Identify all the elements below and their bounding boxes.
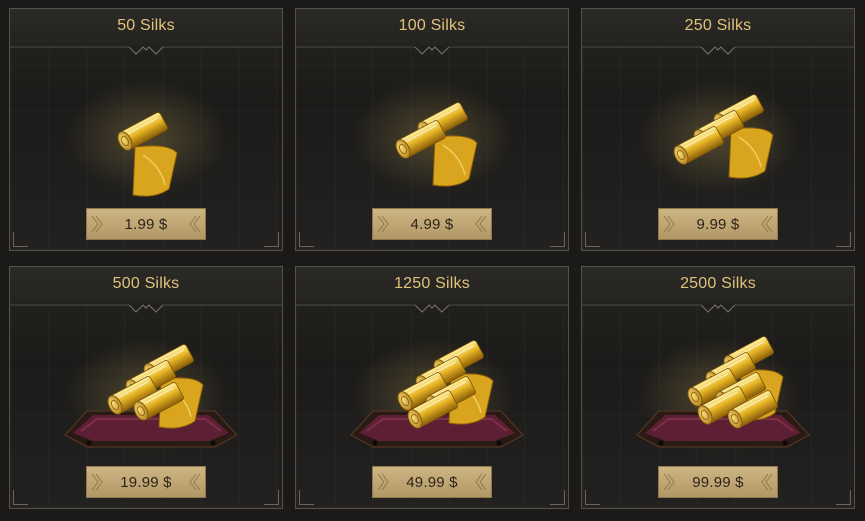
corner-ornament <box>264 490 279 505</box>
button-ornament-right-icon <box>189 215 201 233</box>
ornament-divider <box>582 304 854 313</box>
buy-button[interactable]: 4.99 $ <box>372 208 492 240</box>
price-label: 19.99 $ <box>120 473 172 491</box>
buy-button[interactable]: 1.99 $ <box>86 208 206 240</box>
silk-shop-grid: 50 Silks 1.99 $ 100 Silks 4.99 $ 250 Sil… <box>0 0 865 521</box>
silk-bundle-icon <box>353 79 513 191</box>
silk-bundle-icon <box>64 337 238 449</box>
silk-pack-card-1250[interactable]: 1250 Silks 49.99 $ <box>295 266 569 509</box>
price-label: 49.99 $ <box>406 473 458 491</box>
pack-title: 50 Silks <box>117 17 175 34</box>
ornament-divider <box>10 46 282 55</box>
card-header: 500 Silks <box>10 267 282 303</box>
button-ornament-left-icon <box>91 215 103 233</box>
silk-pack-card-500[interactable]: 500 Silks 19.99 $ <box>9 266 283 509</box>
corner-ornament <box>585 490 600 505</box>
buy-button[interactable]: 19.99 $ <box>86 466 206 498</box>
silk-bundle-icon <box>67 79 227 197</box>
silk-pack-card-2500[interactable]: 2500 Silks 99.99 $ <box>581 266 855 509</box>
corner-ornament <box>264 232 279 247</box>
ornament-divider <box>296 304 568 313</box>
corner-ornament <box>13 232 28 247</box>
card-header: 250 Silks <box>582 9 854 45</box>
corner-ornament <box>299 232 314 247</box>
ornament-divider <box>10 304 282 313</box>
silk-pack-card-250[interactable]: 250 Silks 9.99 $ <box>581 8 855 251</box>
button-ornament-left-icon <box>91 473 103 491</box>
corner-ornament <box>836 232 851 247</box>
button-ornament-right-icon <box>761 215 773 233</box>
card-header: 2500 Silks <box>582 267 854 303</box>
pack-title: 100 Silks <box>398 17 466 34</box>
button-ornament-left-icon <box>377 215 389 233</box>
button-ornament-right-icon <box>475 215 487 233</box>
corner-ornament <box>13 490 28 505</box>
button-ornament-left-icon <box>663 473 675 491</box>
corner-ornament <box>550 490 565 505</box>
buy-button[interactable]: 49.99 $ <box>372 466 492 498</box>
button-ornament-left-icon <box>377 473 389 491</box>
pack-title: 2500 Silks <box>680 275 756 292</box>
silk-bundle-icon <box>639 79 799 191</box>
corner-ornament <box>836 490 851 505</box>
pack-title: 250 Silks <box>684 17 752 34</box>
corner-ornament <box>585 232 600 247</box>
corner-ornament <box>299 490 314 505</box>
buy-button[interactable]: 99.99 $ <box>658 466 778 498</box>
ornament-divider <box>296 46 568 55</box>
card-header: 50 Silks <box>10 9 282 45</box>
button-ornament-right-icon <box>761 473 773 491</box>
ornament-divider <box>582 46 854 55</box>
price-label: 1.99 $ <box>124 215 168 233</box>
silk-bundle-icon <box>636 336 810 449</box>
button-ornament-left-icon <box>663 215 675 233</box>
price-label: 4.99 $ <box>410 215 454 233</box>
price-label: 9.99 $ <box>696 215 740 233</box>
card-header: 100 Silks <box>296 9 568 45</box>
price-label: 99.99 $ <box>692 473 744 491</box>
corner-ornament <box>550 232 565 247</box>
pack-title: 1250 Silks <box>394 275 470 292</box>
silk-pack-card-100[interactable]: 100 Silks 4.99 $ <box>295 8 569 251</box>
buy-button[interactable]: 9.99 $ <box>658 208 778 240</box>
silk-bundle-icon <box>350 337 524 449</box>
button-ornament-right-icon <box>475 473 487 491</box>
pack-title: 500 Silks <box>112 275 180 292</box>
card-header: 1250 Silks <box>296 267 568 303</box>
silk-pack-card-50[interactable]: 50 Silks 1.99 $ <box>9 8 283 251</box>
button-ornament-right-icon <box>189 473 201 491</box>
